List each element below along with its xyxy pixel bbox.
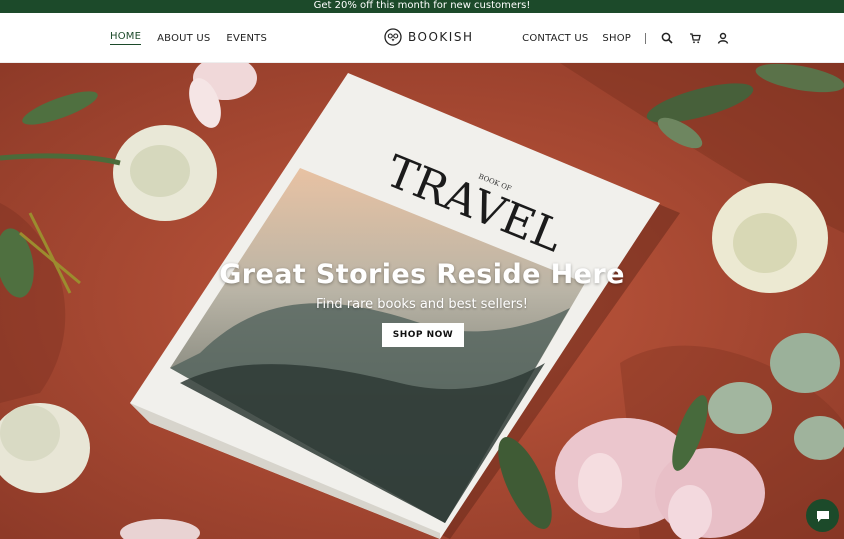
hero-subtitle: Find rare books and best sellers! [315,297,529,312]
search-icon[interactable] [660,31,674,45]
hero-banner: BOOK OF TRAVEL Great Stories Reside Here… [0,63,844,539]
nav-right: CONTACT US SHOP [522,13,730,63]
nav-divider [645,32,646,44]
shop-now-button[interactable]: SHOP NOW [382,323,464,347]
nav-contact-us[interactable]: CONTACT US [522,33,588,44]
logo[interactable]: BOOKISH [384,28,473,46]
logo-text: BOOKISH [408,30,474,44]
announcement-bar: Get 20% off this month for new customers… [0,0,844,13]
nav-events[interactable]: EVENTS [226,33,267,44]
hero-title: Great Stories Reside Here [219,259,625,290]
nav-left: HOME ABOUT US EVENTS [110,13,267,63]
chat-icon [816,509,830,523]
nav-about-us[interactable]: ABOUT US [157,33,210,44]
site-header: HOME ABOUT US EVENTS BOOKISH CONTACT US … [0,13,844,63]
owl-icon [384,28,402,46]
nav-shop[interactable]: SHOP [602,33,631,44]
cart-icon[interactable] [688,31,702,45]
announcement-text: Get 20% off this month for new customers… [313,0,531,11]
user-icon[interactable] [716,31,730,45]
chat-button[interactable] [806,499,839,532]
nav-home[interactable]: HOME [110,31,142,45]
